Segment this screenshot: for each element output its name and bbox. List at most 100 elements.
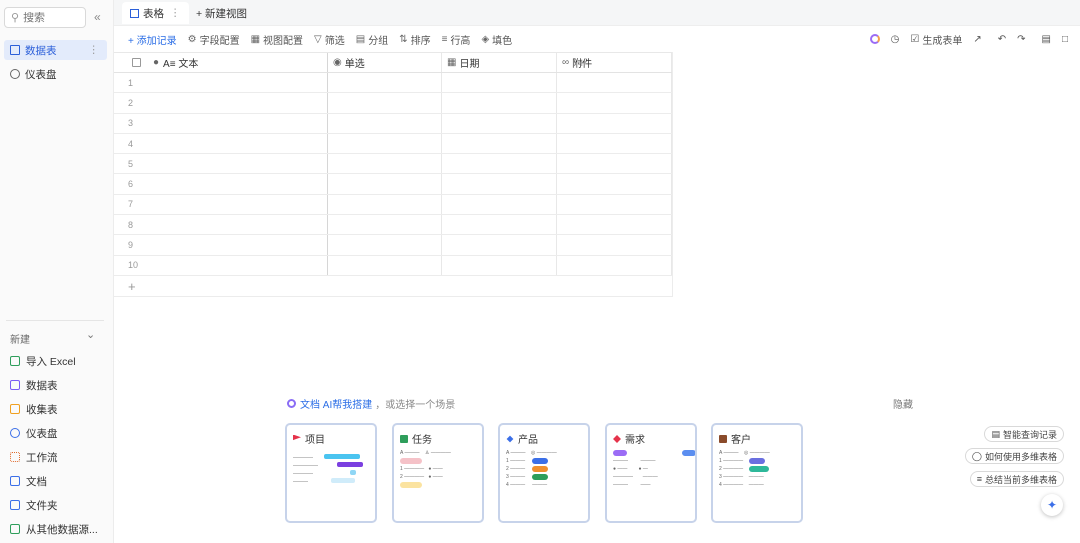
table-row[interactable]: 1 <box>114 73 672 94</box>
comment-icon[interactable]: □ <box>1062 34 1068 45</box>
table-cell[interactable] <box>328 113 442 133</box>
row-height-button[interactable]: ≡ 行高 <box>442 32 471 47</box>
field-config-button[interactable]: ⚙ 字段配置 <box>188 32 240 47</box>
table-cell[interactable] <box>557 93 672 113</box>
table-cell[interactable] <box>557 255 672 275</box>
table-row[interactable]: 6 <box>114 174 672 195</box>
new-view-button[interactable]: + 新建视图 <box>188 2 255 24</box>
new-document[interactable]: 文档 <box>10 472 47 490</box>
table-row[interactable]: 7 <box>114 194 672 216</box>
undo-icon[interactable]: ↶ <box>998 34 1006 45</box>
table-cell[interactable] <box>557 154 672 174</box>
expand-icon[interactable]: ▤ <box>1042 34 1051 45</box>
table-row[interactable]: 5 <box>114 154 672 175</box>
view-config-button[interactable]: ▦ 视图配置 <box>251 32 303 47</box>
table-cell[interactable] <box>557 215 672 235</box>
table-row[interactable]: 9 <box>114 235 672 256</box>
filter-button[interactable]: ▽ 筛选 <box>314 32 345 47</box>
table-cell[interactable] <box>442 73 557 93</box>
new-from-other-source[interactable]: 从其他数据源... <box>10 520 98 538</box>
table-row[interactable]: 3 <box>114 113 672 134</box>
template-card-requirement[interactable]: 需求 ——— ——— ● —— ● — ———— ——— ——— —— <box>605 423 697 523</box>
hide-templates-button[interactable]: 隐藏 <box>893 396 913 411</box>
new-section-label: 新建 <box>10 335 30 346</box>
column-label: 日期 <box>459 59 480 70</box>
template-card-title: 客户 <box>719 431 795 446</box>
template-preview: A ——— ◎ ———— 1 ——— 2 ——— 3 ——— 4 ——— ——— <box>506 450 557 488</box>
ai-assistant-icon[interactable] <box>869 34 880 44</box>
collapse-sidebar-button[interactable]: « <box>94 10 101 24</box>
table-cell[interactable] <box>442 235 557 255</box>
filter-icon: ▽ <box>314 33 322 45</box>
new-folder[interactable]: 文件夹 <box>10 496 58 514</box>
table-row[interactable]: 10 <box>114 255 672 276</box>
ai-sparkle-button[interactable]: ✦ <box>1041 494 1063 516</box>
tab-grid-view[interactable]: 表格 ⋮ <box>122 2 189 24</box>
more-icon[interactable]: ⋮ <box>89 44 100 56</box>
table-cell[interactable] <box>557 194 672 215</box>
add-row-button[interactable]: + <box>114 277 672 297</box>
template-card-product[interactable]: 产品 A ——— ◎ ———— 1 ——— 2 ——— 3 ——— 4 ——— … <box>498 423 590 523</box>
table-cell[interactable] <box>442 215 557 235</box>
sort-button[interactable]: ⇅ 排序 <box>399 32 430 47</box>
add-column-button[interactable]: + <box>578 52 638 73</box>
table-cell[interactable] <box>328 73 442 93</box>
group-button[interactable]: ▤ 分组 <box>356 32 388 47</box>
table-cell[interactable] <box>442 113 557 133</box>
table-cell[interactable] <box>442 194 557 215</box>
template-card-customer[interactable]: 客户 A ——— ◎ ———— 1 ———— 2 ———— 3 ———— ———… <box>711 423 803 523</box>
table-cell[interactable] <box>557 174 672 194</box>
table-cell[interactable] <box>442 93 557 113</box>
table-row[interactable]: 8 <box>114 215 672 236</box>
new-import-excel[interactable]: 导入 Excel <box>10 352 76 370</box>
table-cell[interactable] <box>328 194 442 215</box>
select-all-checkbox[interactable] <box>132 58 141 67</box>
table-row[interactable]: 4 <box>114 133 672 155</box>
table-cell[interactable] <box>557 73 672 93</box>
new-item-label: 从其他数据源... <box>26 523 98 536</box>
table-cell[interactable] <box>442 255 557 275</box>
redo-icon[interactable]: ↷ <box>1017 34 1025 45</box>
template-card-project[interactable]: 项目 ———— ————— ———— ——— <box>285 423 377 523</box>
chevron-down-icon[interactable]: ⌄ <box>86 328 95 341</box>
table-cell[interactable] <box>328 174 442 194</box>
datasource-icon <box>10 524 20 534</box>
table-cell[interactable] <box>328 215 442 235</box>
table-cell[interactable] <box>328 93 442 113</box>
table-cell[interactable] <box>328 235 442 255</box>
share-icon[interactable]: ↗ <box>973 34 981 45</box>
table-cell[interactable] <box>442 154 557 174</box>
summarize-button[interactable]: ≡ 总结当前多维表格 <box>969 471 1064 487</box>
table-cell[interactable] <box>442 133 557 154</box>
table-row[interactable]: 2 <box>114 93 672 114</box>
table-cell[interactable] <box>557 235 672 255</box>
more-icon[interactable]: ⋮ <box>170 7 181 19</box>
header-text-column[interactable]: ● A≡ 文本 <box>114 53 328 72</box>
ai-build-link[interactable]: 文档 AI帮我搭建 <box>300 396 372 411</box>
header-date-column[interactable]: ▦ 日期 <box>442 53 557 72</box>
table-cell[interactable] <box>557 133 672 154</box>
history-icon[interactable]: ◷ <box>891 34 900 45</box>
row-number: 2 <box>114 93 328 113</box>
fill-color-button[interactable]: ◈ 填色 <box>481 32 512 47</box>
new-workflow[interactable]: 工作流 <box>10 448 58 466</box>
table-cell[interactable] <box>328 154 442 174</box>
header-single-select-column[interactable]: ◉ 单选 <box>328 53 442 72</box>
new-datatable[interactable]: 数据表 <box>10 376 58 394</box>
search-input[interactable] <box>23 11 80 24</box>
table-cell[interactable] <box>442 174 557 194</box>
field-config-label: 字段配置 <box>199 35 240 47</box>
sidebar-item-dashboard[interactable]: 仪表盘 <box>4 64 107 84</box>
table-cell[interactable] <box>557 113 672 133</box>
new-dashboard[interactable]: 仪表盘 <box>10 424 58 442</box>
new-form[interactable]: 收集表 <box>10 400 58 418</box>
table-cell[interactable] <box>328 255 442 275</box>
sidebar-item-datatable[interactable]: 数据表 ⋮ <box>4 40 107 60</box>
how-to-use-button[interactable]: ◯ 如何使用多维表格 <box>964 448 1064 464</box>
template-card-task[interactable]: 任务 A ——— ♙ ———— 1 ———— ● —— 2 ———— ● —— <box>392 423 484 523</box>
table-cell[interactable] <box>328 133 442 154</box>
add-record-button[interactable]: + 添加记录 <box>128 32 177 47</box>
generate-form-button[interactable]: ☑ 生成表单 <box>910 32 962 47</box>
smart-query-button[interactable]: ▤ 智能查询记录 <box>984 426 1064 442</box>
search-box[interactable]: ⚲ <box>4 7 86 28</box>
